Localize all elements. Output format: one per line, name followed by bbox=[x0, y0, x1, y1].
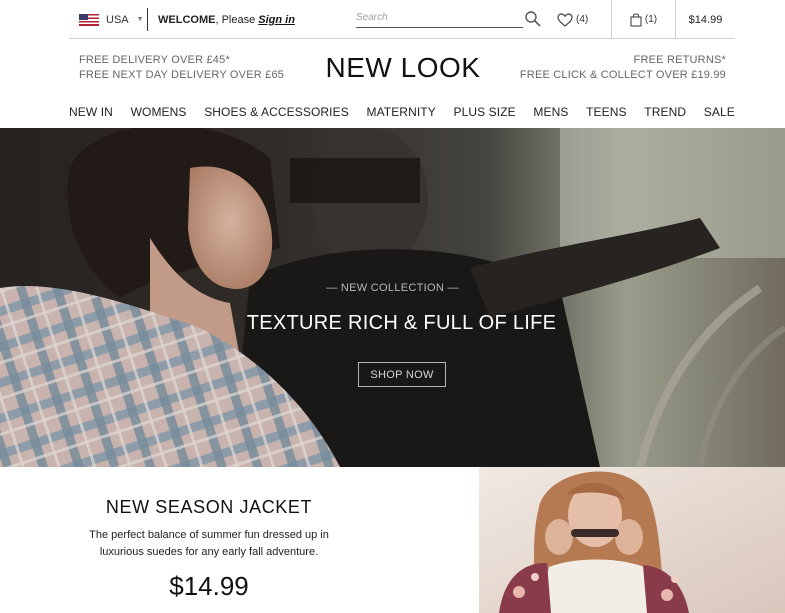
nav-item-shoes-accessories[interactable]: SHOES & ACCESSORIES bbox=[204, 105, 349, 119]
shop-now-button[interactable]: SHOP NOW bbox=[358, 362, 446, 387]
nav-item-new-in[interactable]: NEW IN bbox=[69, 105, 113, 119]
top-bar: USA ▼ WELCOME, Please Sign in (4) (1) $1… bbox=[69, 0, 735, 39]
cart-button[interactable]: (1) bbox=[611, 0, 676, 39]
promo-line: FREE CLICK & COLLECT OVER £19.99 bbox=[519, 69, 726, 81]
welcome-text: , Please bbox=[215, 14, 259, 26]
promo-line: FREE RETURNS* bbox=[633, 54, 726, 66]
nav-item-maternity[interactable]: MATERNITY bbox=[366, 105, 435, 119]
caret-down-icon: ▼ bbox=[136, 16, 144, 23]
product-title: NEW SEASON JACKET bbox=[105, 497, 313, 517]
hero-content: — NEW COLLECTION — TEXTURE RICH & FULL O… bbox=[0, 128, 785, 467]
shopping-bag-icon bbox=[630, 12, 642, 27]
wishlist-count: (4) bbox=[576, 14, 589, 25]
search-icon[interactable] bbox=[524, 10, 542, 28]
nav-item-plus-size[interactable]: PLUS SIZE bbox=[453, 105, 515, 119]
cart-total[interactable]: $14.99 bbox=[676, 0, 735, 39]
product-description: The perfect balance of summer fun dresse… bbox=[89, 529, 329, 558]
hero-banner: — NEW COLLECTION — TEXTURE RICH & FULL O… bbox=[0, 128, 785, 467]
signin-link[interactable]: Sign in bbox=[258, 14, 295, 26]
main-nav: NEW IN WOMENS SHOES & ACCESSORIES MATERN… bbox=[69, 105, 735, 119]
country-selector[interactable]: USA ▼ bbox=[79, 0, 144, 39]
welcome-label: WELCOME bbox=[158, 14, 216, 26]
nav-item-womens[interactable]: WOMENS bbox=[131, 105, 187, 119]
promo-line: FREE DELIVERY OVER £45* bbox=[79, 54, 230, 66]
wishlist-button[interactable]: (4) bbox=[557, 0, 588, 39]
product-image[interactable] bbox=[479, 467, 785, 613]
product-price: $14.99 bbox=[169, 571, 249, 601]
nav-item-sale[interactable]: SALE bbox=[704, 105, 735, 119]
delivery-promo: FREE DELIVERY OVER £45* FREE NEXT DAY DE… bbox=[79, 53, 284, 83]
hero-headline: TEXTURE RICH & FULL OF LIFE bbox=[246, 312, 557, 334]
divider bbox=[147, 8, 148, 31]
product-promo: NEW SEASON JACKET The perfect balance of… bbox=[0, 467, 479, 613]
search-box bbox=[356, 7, 523, 28]
model-photo bbox=[479, 467, 785, 613]
nav-item-trend[interactable]: TREND bbox=[644, 105, 686, 119]
nav-item-teens[interactable]: TEENS bbox=[586, 105, 627, 119]
cart-count: (1) bbox=[644, 14, 658, 25]
brand-logo[interactable]: NEW LOOK bbox=[303, 52, 503, 84]
country-label: USA bbox=[106, 13, 129, 26]
heart-icon bbox=[557, 12, 573, 27]
welcome-message: WELCOME, Please Sign in bbox=[158, 14, 295, 26]
us-flag-icon bbox=[79, 13, 99, 26]
hero-eyebrow: — NEW COLLECTION — bbox=[326, 282, 459, 294]
returns-promo: FREE RETURNS* FREE CLICK & COLLECT OVER … bbox=[520, 53, 726, 83]
promo-line: FREE NEXT DAY DELIVERY OVER £65 bbox=[79, 69, 285, 81]
nav-item-mens[interactable]: MENS bbox=[533, 105, 568, 119]
search-input[interactable] bbox=[356, 7, 506, 28]
